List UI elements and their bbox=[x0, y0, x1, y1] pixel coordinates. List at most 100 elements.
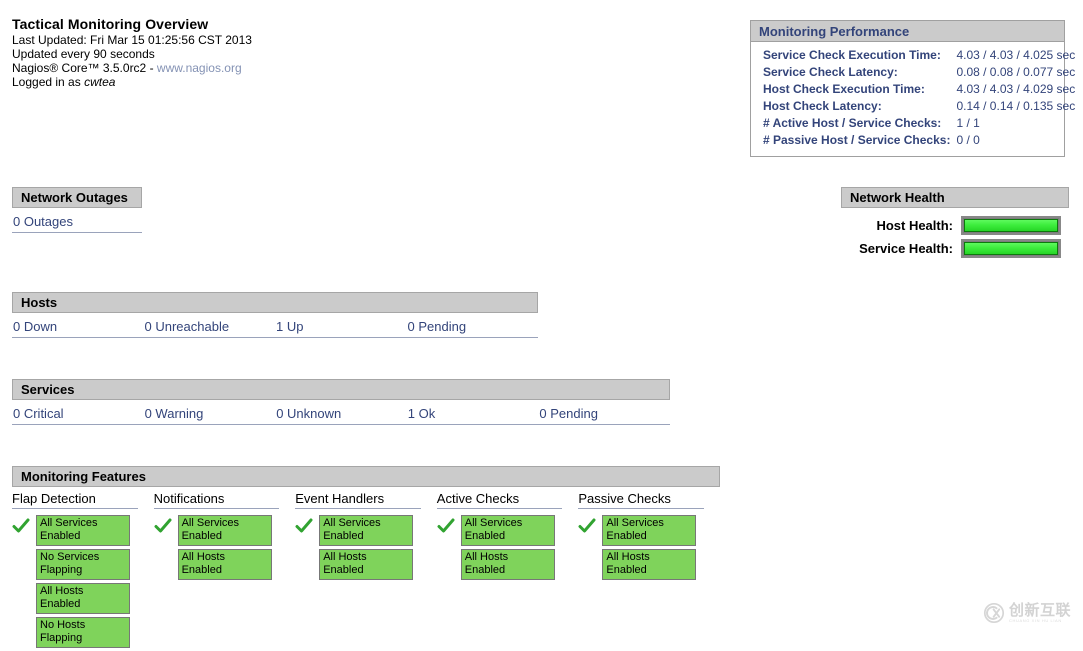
badge-stack-passive-checks: All Services Enabled All Hosts Enabled bbox=[602, 515, 697, 583]
watermark: 创新互联 CHUANG XIN HU LIAN bbox=[983, 598, 1079, 628]
table-row: Host Check Execution Time: 4.03 / 4.03 /… bbox=[755, 81, 1075, 98]
table-row: Host Check Latency: 0.14 / 0.14 / 0.135 … bbox=[755, 98, 1075, 115]
network-outages-row: 0 Outages bbox=[12, 212, 142, 233]
feature-column-passive-checks: Passive Checks All Services Enabled All … bbox=[578, 491, 720, 651]
logged-in-line: Logged in as cwtea bbox=[12, 75, 252, 89]
last-updated-text: Last Updated: Fri Mar 15 01:25:56 CST 20… bbox=[12, 33, 252, 47]
hosts-cell-unreachable: 0 Unreachable bbox=[143, 317, 275, 338]
feature-badge[interactable]: All Hosts Enabled bbox=[177, 549, 272, 580]
hosts-title: Hosts bbox=[12, 292, 538, 313]
services-cell-pending: 0 Pending bbox=[538, 404, 670, 425]
services-ok-link[interactable]: 1 Ok bbox=[408, 406, 435, 421]
feature-column-notifications: Notifications All Services Enabled All H… bbox=[153, 491, 296, 651]
perf-value: 1 / 1 bbox=[956, 116, 980, 130]
green-check-icon bbox=[154, 517, 172, 535]
watermark-text: 创新互联 CHUANG XIN HU LIAN bbox=[1009, 603, 1071, 624]
network-health-title: Network Health bbox=[841, 187, 1069, 208]
hosts-status-row: 0 Down 0 Unreachable 1 Up 0 Pending bbox=[12, 317, 538, 338]
network-health-table: Host Health: Service Health: bbox=[841, 214, 1061, 260]
perf-value: 0 / 0 bbox=[956, 133, 980, 147]
green-check-icon bbox=[578, 517, 596, 535]
service-health-row: Service Health: bbox=[841, 237, 1061, 260]
feature-column-event-handlers: Event Handlers All Services Enabled All … bbox=[295, 491, 437, 651]
monitoring-performance-panel: Monitoring Performance Service Check Exe… bbox=[750, 20, 1075, 157]
cx-logo-icon bbox=[983, 602, 1005, 624]
feature-badge[interactable]: All Services Enabled bbox=[177, 515, 272, 546]
host-health-bar-cell bbox=[961, 214, 1061, 237]
overview-info-block: Tactical Monitoring Overview Last Update… bbox=[12, 17, 252, 89]
hosts-cell-up: 1 Up bbox=[275, 317, 407, 338]
feature-badge[interactable]: All Services Enabled bbox=[602, 515, 697, 546]
badge-stack-active-checks: All Services Enabled All Hosts Enabled bbox=[460, 515, 555, 583]
feature-head-passive-checks: Passive Checks bbox=[578, 491, 704, 509]
feature-badge[interactable]: No Hosts Flapping bbox=[36, 617, 130, 648]
watermark-pinyin-text: CHUANG XIN HU LIAN bbox=[1009, 617, 1062, 623]
table-row: # Active Host / Service Checks: 1 / 1 bbox=[755, 115, 1075, 132]
services-cell-ok: 1 Ok bbox=[406, 404, 539, 425]
network-health-section: Network Health Host Health: Service Heal… bbox=[841, 187, 1069, 260]
perf-label: Service Check Execution Time: bbox=[763, 48, 941, 62]
feature-badge[interactable]: All Hosts Enabled bbox=[602, 549, 697, 580]
feature-body-notifications: All Services Enabled All Hosts Enabled bbox=[154, 515, 288, 583]
feature-badge[interactable]: No Services Flapping bbox=[36, 549, 130, 580]
hosts-pending-link[interactable]: 0 Pending bbox=[408, 319, 467, 334]
services-title: Services bbox=[12, 379, 670, 400]
monitoring-performance-body: Service Check Execution Time: 4.03 / 4.0… bbox=[750, 42, 1075, 157]
perf-value: 0.08 / 0.08 / 0.077 sec bbox=[956, 65, 1076, 79]
feature-badge[interactable]: All Hosts Enabled bbox=[319, 549, 414, 580]
feature-body-passive-checks: All Services Enabled All Hosts Enabled bbox=[578, 515, 712, 583]
feature-badge[interactable]: All Services Enabled bbox=[36, 515, 130, 546]
hosts-up-link[interactable]: 1 Up bbox=[276, 319, 303, 334]
perf-value: 0.14 / 0.14 / 0.135 sec bbox=[956, 99, 1076, 113]
feature-head-event-handlers: Event Handlers bbox=[295, 491, 421, 509]
logged-in-username: cwtea bbox=[84, 75, 116, 89]
monitoring-performance-title: Monitoring Performance bbox=[750, 20, 1065, 42]
feature-body-flap-detection: All Services Enabled No Services Flappin… bbox=[12, 515, 146, 651]
logged-in-text: Logged in as bbox=[12, 75, 85, 89]
perf-value: 4.03 / 4.03 / 4.029 sec bbox=[956, 82, 1076, 96]
feature-badge[interactable]: All Services Enabled bbox=[319, 515, 414, 546]
update-interval-text: Updated every 90 seconds bbox=[12, 47, 155, 61]
perf-label: # Active Host / Service Checks: bbox=[763, 116, 942, 130]
host-health-bar-fill bbox=[964, 219, 1058, 232]
services-pending-link[interactable]: 0 Pending bbox=[539, 406, 598, 421]
feature-badge[interactable]: All Hosts Enabled bbox=[36, 583, 130, 614]
services-status-row: 0 Critical 0 Warning 0 Unknown 1 Ok 0 Pe… bbox=[12, 404, 670, 425]
feature-head-active-checks: Active Checks bbox=[436, 491, 563, 509]
table-row: Service Check Execution Time: 4.03 / 4.0… bbox=[755, 47, 1075, 64]
monitoring-features-columns: Flap Detection All Services Enabled No S… bbox=[12, 491, 720, 651]
service-health-bar-cell bbox=[961, 237, 1061, 260]
services-warning-link[interactable]: 0 Warning bbox=[145, 406, 204, 421]
badge-stack-flap-detection: All Services Enabled No Services Flappin… bbox=[36, 515, 130, 651]
services-unknown-link[interactable]: 0 Unknown bbox=[276, 406, 341, 421]
monitoring-features-title: Monitoring Features bbox=[12, 466, 720, 487]
feature-body-event-handlers: All Services Enabled All Hosts Enabled bbox=[295, 515, 429, 583]
table-row: Service Check Latency: 0.08 / 0.08 / 0.0… bbox=[755, 64, 1075, 81]
feature-column-flap-detection: Flap Detection All Services Enabled No S… bbox=[12, 491, 154, 651]
hosts-cell-pending: 0 Pending bbox=[406, 317, 538, 338]
feature-badge[interactable]: All Hosts Enabled bbox=[460, 549, 555, 580]
green-check-icon bbox=[295, 517, 313, 535]
service-health-bar bbox=[961, 239, 1061, 258]
page-title: Tactical Monitoring Overview bbox=[12, 16, 209, 32]
host-health-row: Host Health: bbox=[841, 214, 1061, 237]
monitoring-features-section: Monitoring Features Flap Detection All S… bbox=[12, 466, 720, 651]
host-health-label: Host Health: bbox=[876, 218, 953, 233]
outages-count-link[interactable]: 0 Outages bbox=[13, 214, 73, 229]
monitoring-performance-table: Service Check Execution Time: 4.03 / 4.0… bbox=[755, 47, 1075, 149]
hosts-cell-down: 0 Down bbox=[12, 317, 144, 338]
feature-badge[interactable]: All Services Enabled bbox=[460, 515, 555, 546]
services-critical-link[interactable]: 0 Critical bbox=[13, 406, 64, 421]
services-cell-unknown: 0 Unknown bbox=[275, 404, 407, 425]
network-outages-title: Network Outages bbox=[12, 187, 142, 208]
feature-column-active-checks: Active Checks All Services Enabled All H… bbox=[436, 491, 579, 651]
perf-label: Host Check Latency: bbox=[763, 99, 882, 113]
feature-head-notifications: Notifications bbox=[153, 491, 280, 509]
perf-label: Host Check Execution Time: bbox=[763, 82, 925, 96]
services-section: Services 0 Critical 0 Warning 0 Unknown … bbox=[12, 379, 670, 425]
hosts-down-link[interactable]: 0 Down bbox=[13, 319, 57, 334]
hosts-unreachable-link[interactable]: 0 Unreachable bbox=[145, 319, 230, 334]
nagios-website-link[interactable]: www.nagios.org bbox=[157, 61, 242, 75]
network-outages-section: Network Outages 0 Outages bbox=[12, 187, 142, 233]
badge-stack-event-handlers: All Services Enabled All Hosts Enabled bbox=[319, 515, 414, 583]
